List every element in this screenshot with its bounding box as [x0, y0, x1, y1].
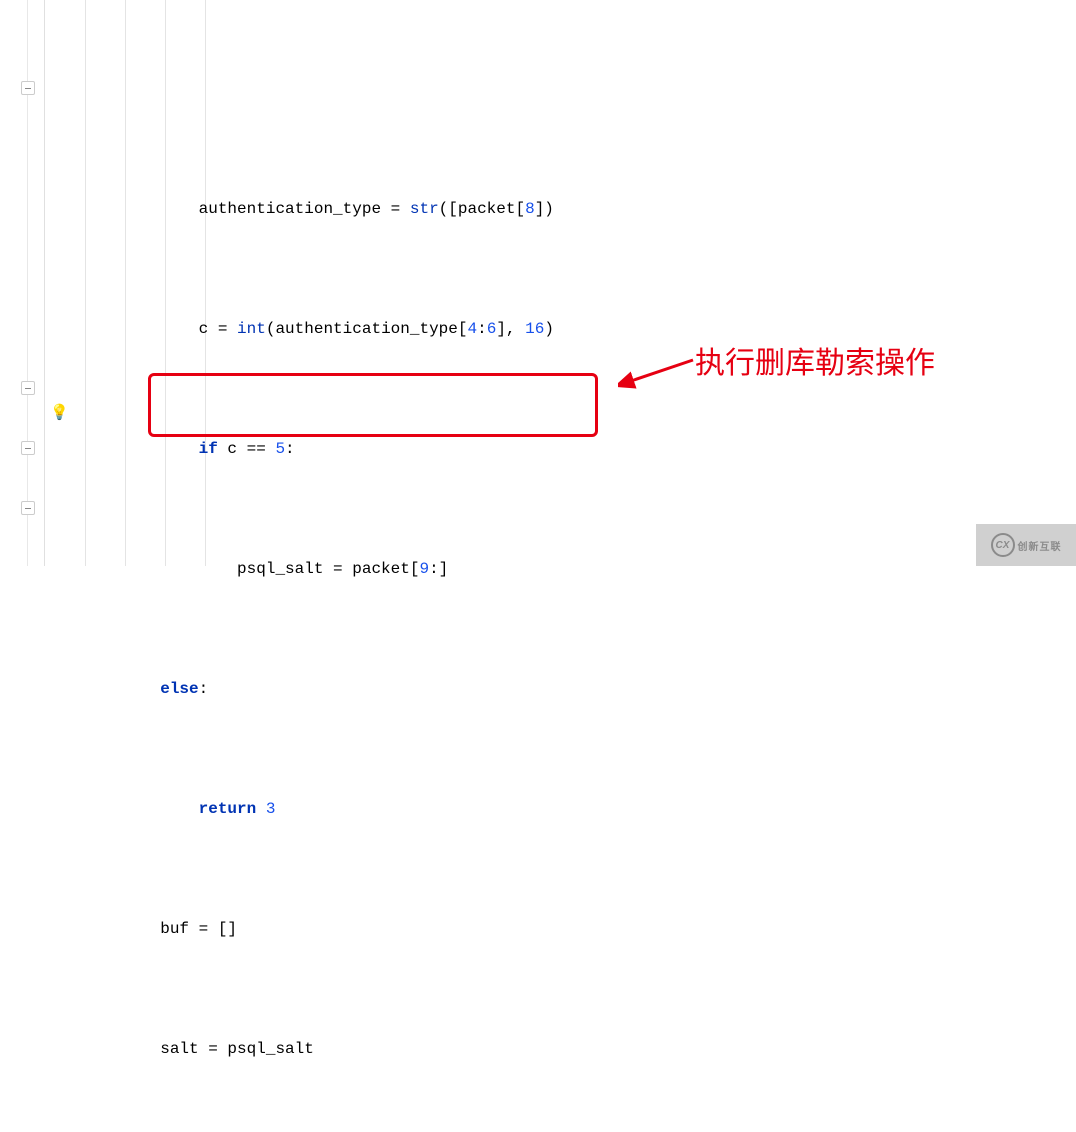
fold-marker-icon[interactable] — [21, 441, 35, 455]
fold-marker-icon[interactable] — [21, 381, 35, 395]
watermark-logo-icon: CX — [991, 533, 1015, 557]
keyword: if — [199, 440, 218, 458]
intention-bulb-icon[interactable]: 💡 — [50, 403, 66, 419]
watermark: CX 创新互联 — [976, 524, 1076, 566]
fold-marker-icon[interactable] — [21, 81, 35, 95]
code-text: authentication_type = — [45, 200, 410, 218]
gutter: 💡 — [0, 0, 45, 566]
code-text: salt = psql_salt — [45, 1040, 314, 1058]
watermark-text: 创新互联 — [1018, 538, 1062, 553]
builtin: int — [237, 320, 266, 338]
code-text: buf = [] — [45, 920, 237, 938]
keyword: return — [199, 800, 257, 818]
fold-marker-icon[interactable] — [21, 501, 35, 515]
code-editor[interactable]: authentication_type = str([packet[8]) c … — [45, 0, 1076, 566]
builtin: str — [410, 200, 439, 218]
keyword: else — [160, 680, 198, 698]
